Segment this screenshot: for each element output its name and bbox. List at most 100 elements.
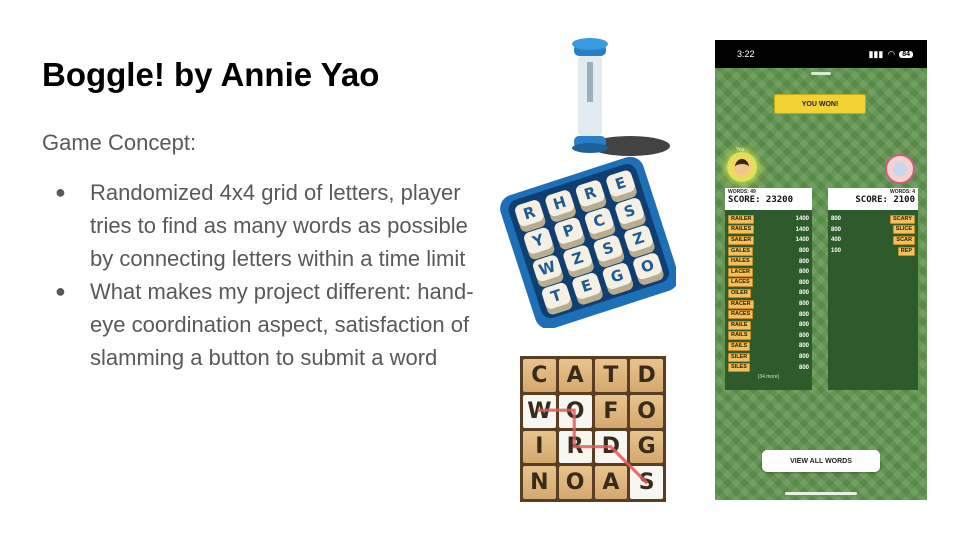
word-points: 800 <box>831 216 842 223</box>
word-tag: SAILER <box>728 235 755 245</box>
word-tag: RAILS <box>728 331 751 341</box>
status-bar: 3:22 ▮▮▮ ◠ 84 <box>715 40 927 68</box>
grid-letter-tile: G <box>630 430 663 464</box>
word-tag: SLICE <box>892 225 915 235</box>
grid-letter-tile: S <box>630 466 663 499</box>
player-avatar <box>727 152 757 182</box>
word-row: GALES 800 <box>728 246 809 257</box>
word-row: RAILES 1400 <box>728 225 809 236</box>
home-indicator[interactable] <box>785 492 857 495</box>
word-tag: LACER <box>728 267 753 277</box>
word-points: 800 <box>798 301 809 308</box>
word-points: 1400 <box>795 216 809 223</box>
word-points: 800 <box>798 322 809 329</box>
word-tag: SCAR <box>893 235 915 245</box>
word-points: 800 <box>798 354 809 361</box>
word-tag: RAILES <box>728 225 755 235</box>
grid-letter-tile: F <box>594 394 628 428</box>
word-points: 1400 <box>795 237 809 244</box>
word-tag: SILES <box>728 363 750 373</box>
word-tag: RAILER <box>728 214 755 224</box>
sheet-grabber[interactable] <box>811 72 831 75</box>
word-tag: RACES <box>728 310 754 320</box>
boggle-board-image: R H R EY P C SW Z S ZT E G O <box>500 156 676 328</box>
word-points: 100 <box>831 248 842 255</box>
bullet-item: ● Randomized 4x4 grid of letters, player … <box>42 176 482 275</box>
word-points: 800 <box>798 364 809 371</box>
word-row: RAILS 800 <box>728 331 809 342</box>
word-tag: RAILE <box>728 320 751 330</box>
wifi-icon: ◠ <box>887 48 896 59</box>
word-row: HALES 800 <box>728 256 809 267</box>
grid-letter-tile: D <box>594 430 628 464</box>
word-tag: LACES <box>728 278 753 288</box>
word-row: SILES 800 <box>728 362 809 373</box>
opponent-word-panel: WORDS: 4 SCORE: 2100 800 SCARY 800 SLICE 400… <box>828 188 918 390</box>
word-points: 800 <box>831 226 842 233</box>
player-word-panel: WORDS: 49 SCORE: 23200 RAILER 1400 RAILES 1… <box>725 188 812 390</box>
grid-letter-tile: T <box>594 359 628 392</box>
word-row: LACER 800 <box>728 267 809 278</box>
word-points: 800 <box>798 343 809 350</box>
word-tag: OILER <box>728 288 751 298</box>
word-tag: GALES <box>728 246 753 256</box>
bullet-item: ● What makes my project different: hand-e… <box>42 275 482 374</box>
opponent-avatar <box>885 154 915 184</box>
grid-letter-tile: O <box>558 394 592 428</box>
word-tag: REP <box>897 246 915 256</box>
word-row: 800 SLICE <box>831 225 915 236</box>
word-row: 400 SCAR <box>831 235 915 246</box>
word-points: 800 <box>798 311 809 318</box>
grid-letter-tile: O <box>558 466 592 499</box>
word-row: RACES 800 <box>728 309 809 320</box>
bullet-list: ● Randomized 4x4 grid of letters, player … <box>42 176 482 374</box>
concept-heading: Game Concept: <box>42 130 197 155</box>
word-points: 1400 <box>795 226 809 233</box>
word-row: RACER 800 <box>728 299 809 310</box>
more-words-label: (34 more) <box>757 373 780 380</box>
word-tag: RACER <box>728 299 754 309</box>
word-row: SILER 800 <box>728 352 809 363</box>
status-time: 3:22 <box>737 49 755 59</box>
opponent-score: SCORE: 2100 <box>855 195 915 205</box>
grid-letter-tile: R <box>558 430 592 464</box>
word-points: 800 <box>798 332 809 339</box>
bullet-dot-icon: ● <box>55 182 66 202</box>
grid-letter-tile: N <box>523 466 556 499</box>
word-points: 800 <box>798 248 809 255</box>
word-points: 400 <box>831 237 842 244</box>
battery-icon: 84 <box>899 50 913 58</box>
word-row: RAILE 800 <box>728 320 809 331</box>
you-won-banner: YOU WON! <box>774 94 866 114</box>
word-points: 800 <box>798 258 809 265</box>
slide-title: Boggle! by Annie Yao <box>42 56 380 93</box>
word-points: 800 <box>798 290 809 297</box>
word-row: OILER 800 <box>728 288 809 299</box>
word-row: LACES 800 <box>728 278 809 289</box>
hourglass-timer-image <box>572 38 670 156</box>
grid-letter-tile: D <box>630 359 663 392</box>
view-all-words-button[interactable]: VIEW ALL WORDS <box>762 450 880 472</box>
word-points: 800 <box>798 269 809 276</box>
grid-letter-tile: W <box>523 394 556 428</box>
grid-letter-tile: C <box>523 359 556 392</box>
signal-icon: ▮▮▮ <box>868 48 884 59</box>
word-tag: SCARY <box>889 214 915 224</box>
player-score: SCORE: 23200 <box>728 195 794 205</box>
word-row: SAILS 800 <box>728 341 809 352</box>
word-tag: SILER <box>728 352 751 362</box>
word-points: 800 <box>798 279 809 286</box>
phone-screenshot: 3:22 ▮▮▮ ◠ 84 YOU WON! You WORDS: 49 SCO… <box>715 40 927 500</box>
bullet-text: What makes my project different: hand-ey… <box>90 279 474 370</box>
felt-background: YOU WON! You WORDS: 49 SCORE: 23200 RAIL… <box>715 68 927 500</box>
word-tag: SAILS <box>728 341 751 351</box>
bullet-text: Randomized 4x4 grid of letters, player t… <box>90 180 468 271</box>
grid-letter-tile: A <box>558 359 592 392</box>
grid-letter-tile: A <box>594 466 628 499</box>
grid-letter-tile: I <box>523 430 556 464</box>
word-row: SAILER 1400 <box>728 235 809 246</box>
word-row: RAILER 1400 <box>728 214 809 225</box>
bullet-dot-icon: ● <box>55 281 66 301</box>
word-path-grid: CATDWOFOIRDGNOAS <box>520 356 666 502</box>
word-tag: HALES <box>728 257 753 267</box>
